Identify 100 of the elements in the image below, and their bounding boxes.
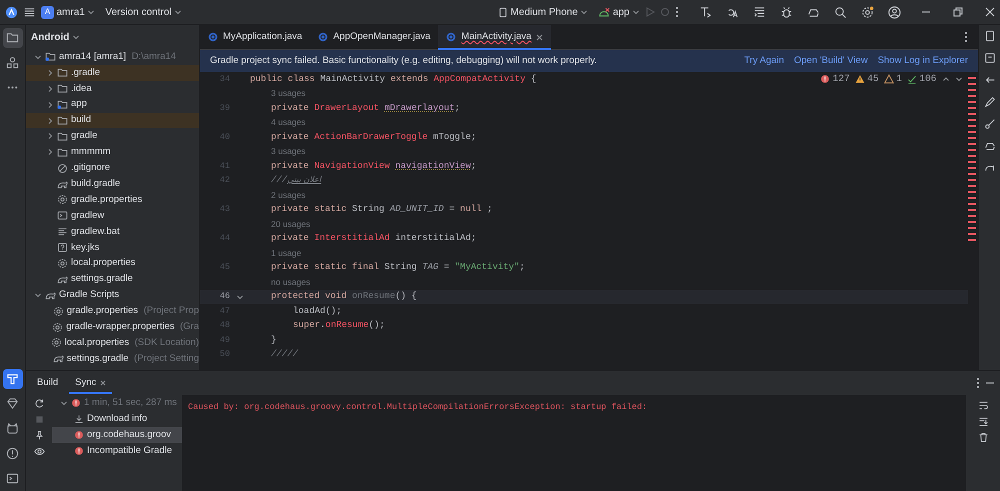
tree-item[interactable]: settings.gradle (26, 271, 199, 288)
phone-icon (498, 6, 508, 18)
sync-icon[interactable] (984, 140, 996, 152)
chevron-down-icon[interactable] (34, 52, 42, 61)
tree-item[interactable]: build (26, 112, 199, 128)
code-line: } (271, 334, 276, 346)
tree-item[interactable]: mmmmm (26, 144, 199, 160)
tree-item[interactable]: app (26, 96, 199, 113)
elephant-icon (57, 178, 68, 190)
more-icon[interactable] (675, 6, 679, 18)
build-tree-item[interactable]: Incompatible Gradle (52, 443, 182, 459)
panel-tab[interactable]: Sync (69, 372, 112, 394)
tree-item[interactable]: local.properties (SDK Location) (26, 335, 199, 351)
list-icon[interactable] (753, 6, 766, 18)
chevron-down-icon[interactable] (236, 292, 244, 301)
question-file-icon (57, 242, 68, 254)
tree-item[interactable]: gradle-wrapper.properties (Gra (26, 319, 199, 336)
chevron-down-icon[interactable] (580, 8, 588, 16)
code-line: loadAd(); (293, 304, 342, 318)
pen-icon[interactable] (984, 96, 996, 108)
tree-item[interactable]: build.gradle (26, 176, 199, 192)
editor-tab[interactable]: MyApplication.java (200, 24, 310, 50)
banner-link[interactable]: Show Log in Explorer (878, 54, 968, 68)
tree-item[interactable]: Gradle Scripts (26, 287, 199, 304)
scroll-end-icon[interactable] (978, 416, 988, 427)
banner-link[interactable]: Open 'Build' View (794, 54, 868, 68)
code-line: super.onResume(); (293, 319, 385, 332)
tablet-icon[interactable] (984, 52, 996, 64)
device-icon[interactable] (984, 30, 996, 42)
more-icon[interactable] (964, 31, 968, 43)
banner-link[interactable]: Try Again (744, 54, 784, 68)
tree-item[interactable]: key.jks (26, 240, 199, 256)
tool-window-button[interactable] (2, 368, 22, 388)
code-line: private static String AD_UNIT_ID = null ; (271, 203, 492, 216)
tree-item[interactable]: gradlew.bat (26, 224, 199, 240)
chevron-down-icon[interactable] (60, 399, 68, 407)
device-selector[interactable]: Medium Phone (498, 4, 588, 20)
chevron-down-icon[interactable] (87, 8, 96, 16)
code-line: /// اعلان بيني (271, 174, 322, 187)
hammer-icon (6, 372, 19, 385)
pin-icon[interactable] (34, 430, 44, 440)
error-count[interactable]: 127 (820, 72, 850, 86)
weak-count[interactable]: 1 (884, 72, 902, 86)
build-tree-item[interactable]: Download info (52, 411, 182, 427)
tree-item[interactable]: settings.gradle (Project Setting (26, 350, 199, 367)
chevron-up-icon[interactable] (942, 75, 950, 84)
tree-item[interactable]: local.properties (26, 256, 199, 272)
tree-item[interactable]: .gitignore (26, 160, 199, 176)
close-icon[interactable] (985, 7, 995, 17)
more-icon[interactable] (976, 377, 980, 389)
bug-icon[interactable] (780, 6, 793, 18)
module-folder-icon (45, 51, 56, 62)
editor-tab[interactable]: MainActivity.java (438, 24, 552, 50)
tree-item[interactable]: gradle.properties (26, 192, 199, 208)
scissors-icon[interactable] (984, 118, 996, 130)
project-selector[interactable]: A amra1 (41, 4, 96, 20)
arrow-icon[interactable] (984, 74, 996, 86)
chevron-down-icon[interactable] (954, 75, 962, 84)
refresh-icon[interactable] (34, 398, 44, 408)
chevron-down-icon[interactable] (632, 8, 640, 16)
typo-count[interactable]: 106 (906, 72, 936, 86)
search-icon[interactable] (834, 6, 847, 18)
folder-icon (6, 31, 19, 44)
cat-icon (6, 422, 19, 435)
chevron-down-icon[interactable] (174, 8, 182, 16)
build-tree-item[interactable]: org.codehaus.groov (52, 427, 182, 443)
weak-warning-icon (884, 74, 894, 84)
gear-icon (57, 258, 68, 270)
account-icon[interactable] (888, 6, 901, 18)
elephant-icon (52, 353, 64, 364)
gear-icon (52, 322, 64, 333)
app-logo-icon (5, 6, 18, 18)
error-icon (74, 430, 84, 440)
close-icon[interactable] (536, 34, 544, 40)
close-icon[interactable] (100, 380, 106, 386)
version-control-menu[interactable]: Version control (105, 4, 182, 20)
project-view-selector[interactable]: Android (31, 30, 80, 44)
tool-window-button[interactable] (2, 28, 22, 48)
settings-icon[interactable] (861, 6, 874, 18)
project-badge: A (41, 6, 54, 18)
tree-item[interactable]: .gradle (26, 64, 199, 81)
tree-item[interactable]: gradle.properties (Project Prop (26, 303, 199, 320)
chevron-down-icon[interactable] (34, 291, 42, 300)
wrap-icon[interactable] (978, 400, 988, 411)
folder-icon (57, 115, 68, 126)
android-icon (598, 6, 610, 18)
tree-item[interactable]: .idea (26, 80, 199, 97)
eye-icon[interactable] (34, 446, 44, 456)
text-cursor-icon[interactable] (699, 6, 712, 18)
editor-tab[interactable]: AppOpenManager.java (310, 24, 438, 50)
run-config-selector[interactable]: app (598, 4, 640, 20)
chevron-down-icon[interactable] (72, 33, 80, 41)
trash-icon[interactable] (978, 432, 988, 443)
warning-count[interactable]: 45 (854, 72, 879, 86)
menu-icon[interactable] (23, 6, 36, 18)
panel-tab[interactable]: Build (31, 372, 64, 394)
tree-item[interactable]: amra14 [amra1] D:\amra14 (26, 49, 199, 65)
restore-icon[interactable] (953, 7, 963, 17)
tree-item[interactable]: gradlew (26, 208, 199, 224)
tree-item[interactable]: gradle (26, 128, 199, 144)
